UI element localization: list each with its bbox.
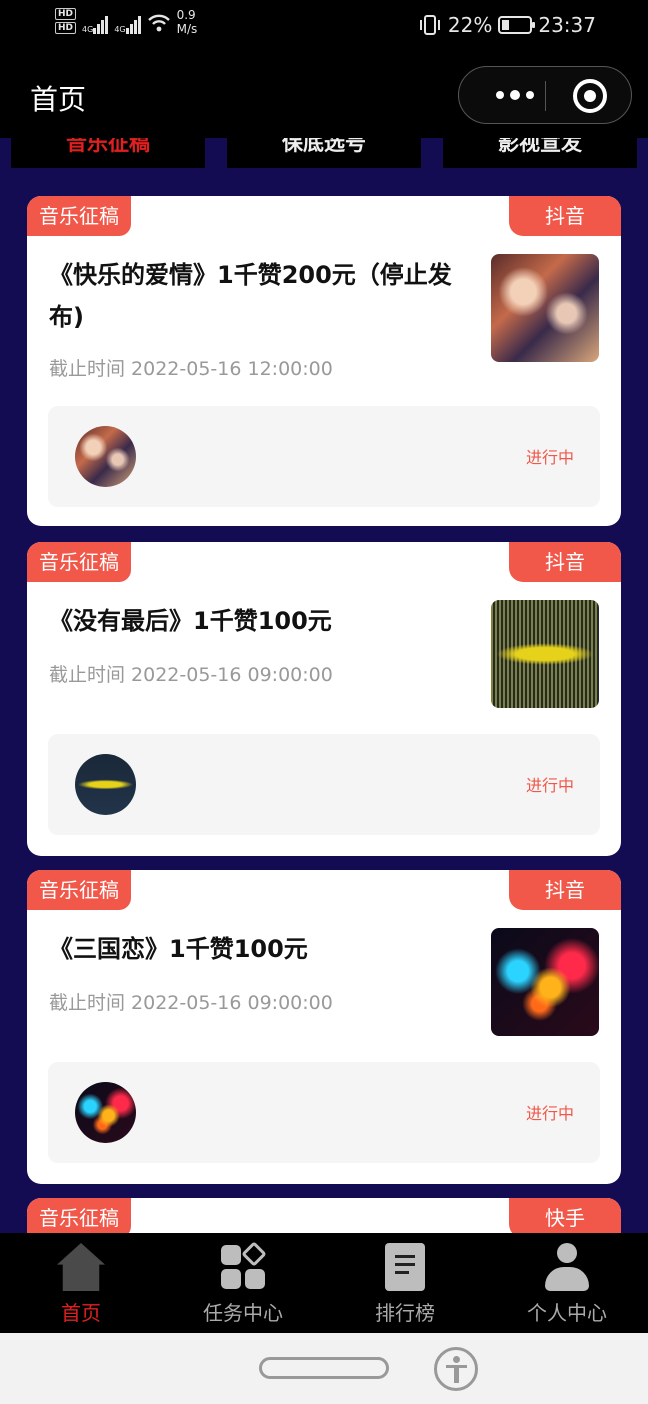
task-card[interactable]: 音乐征稿 快手 <box>27 1198 621 1233</box>
user-icon <box>543 1243 591 1291</box>
vibrate-icon <box>419 15 440 35</box>
status-label: 进行中 <box>525 776 574 795</box>
document-icon <box>385 1243 425 1291</box>
close-target-icon[interactable] <box>573 79 607 113</box>
task-deadline: 截止时间 2022-05-16 09:00:00 <box>49 992 333 1014</box>
platform-tag: 快手 <box>509 1198 621 1233</box>
home-icon <box>57 1243 105 1291</box>
task-deadline: 截止时间 2022-05-16 09:00:00 <box>49 664 333 686</box>
platform-tag: 抖音 <box>509 542 621 582</box>
tab-task-center[interactable]: 任务中心 <box>162 1233 324 1333</box>
accessibility-icon[interactable] <box>434 1347 478 1391</box>
page-title: 首页 <box>30 83 87 116</box>
bottom-tab-bar: 首页 任务中心 排行榜 个人中心 <box>0 1233 648 1333</box>
avatar <box>75 426 136 487</box>
task-status-panel: 进行中 <box>48 734 600 835</box>
tab-ranking[interactable]: 排行榜 <box>324 1233 486 1333</box>
mini-program-capsule <box>458 66 632 124</box>
task-cover-image <box>491 254 599 362</box>
status-bar: HD HD 4G 4G 0.9 M/s 22% 23:37 <box>0 0 648 52</box>
hd-label-1: HD <box>55 8 77 20</box>
tab-profile[interactable]: 个人中心 <box>486 1233 648 1333</box>
network-speed-value: 0.9 <box>176 8 196 22</box>
task-status-panel: 进行中 <box>48 406 600 507</box>
avatar <box>75 1082 136 1143</box>
hd-indicator: HD HD <box>55 8 77 34</box>
battery-percent: 22% <box>447 13 493 37</box>
category-tag: 音乐征稿 <box>27 542 131 582</box>
nav-bar: 首页 <box>0 52 648 138</box>
tab-guaranteed-selection[interactable]: 保底选号 <box>227 138 421 168</box>
home-gesture-bar[interactable] <box>259 1357 389 1379</box>
network-speed: 0.9 M/s <box>177 8 198 36</box>
grid-icon <box>219 1241 267 1291</box>
status-label: 进行中 <box>525 448 574 467</box>
avatar <box>75 754 136 815</box>
wifi-icon <box>147 14 170 32</box>
task-deadline: 截止时间 2022-05-16 12:00:00 <box>49 358 333 380</box>
platform-tag: 抖音 <box>509 196 621 236</box>
battery-icon <box>498 16 536 34</box>
main-content[interactable]: 音乐征稿 保底选号 影视宣发 音乐征稿 抖音 《快乐的爱情》1千赞200元（停止… <box>0 138 648 1233</box>
tab-label: 个人中心 <box>527 1301 607 1325</box>
signal-icon <box>93 12 109 34</box>
tab-film-promotion[interactable]: 影视宣发 <box>443 138 637 168</box>
hd-label-2: HD <box>55 22 77 34</box>
task-cover-image <box>491 600 599 708</box>
task-card[interactable]: 音乐征稿 抖音 《三国恋》1千赞100元 截止时间 2022-05-16 09:… <box>27 870 621 1184</box>
tab-label: 排行榜 <box>375 1301 435 1325</box>
signal-icon-2 <box>125 12 141 34</box>
system-navigation-bar <box>0 1333 648 1404</box>
category-tag: 音乐征稿 <box>27 870 131 910</box>
network-type-1: 4G <box>82 25 94 34</box>
more-icon[interactable] <box>485 85 545 105</box>
task-status-panel: 进行中 <box>48 1062 600 1163</box>
category-tabs: 音乐征稿 保底选号 影视宣发 <box>0 138 648 168</box>
task-card[interactable]: 音乐征稿 抖音 《快乐的爱情》1千赞200元（停止发布) 截止时间 2022-0… <box>27 196 621 526</box>
category-tag: 音乐征稿 <box>27 1198 131 1233</box>
task-title: 《没有最后》1千赞100元 <box>49 607 332 635</box>
network-speed-unit: M/s <box>176 22 198 36</box>
task-card[interactable]: 音乐征稿 抖音 《没有最后》1千赞100元 截止时间 2022-05-16 09… <box>27 542 621 856</box>
platform-tag: 抖音 <box>509 870 621 910</box>
task-cover-image <box>491 928 599 1036</box>
category-tag: 音乐征稿 <box>27 196 131 236</box>
clock: 23:37 <box>538 13 596 37</box>
tab-label: 首页 <box>61 1301 101 1325</box>
capsule-divider <box>545 81 546 111</box>
tab-home[interactable]: 首页 <box>0 1233 162 1333</box>
status-label: 进行中 <box>525 1104 574 1123</box>
task-title: 《快乐的爱情》1千赞200元（停止发布) <box>49 261 452 331</box>
tab-music-submission[interactable]: 音乐征稿 <box>11 138 205 168</box>
tab-label: 任务中心 <box>203 1301 283 1325</box>
network-type-2: 4G <box>114 25 126 34</box>
task-title: 《三国恋》1千赞100元 <box>49 935 308 963</box>
